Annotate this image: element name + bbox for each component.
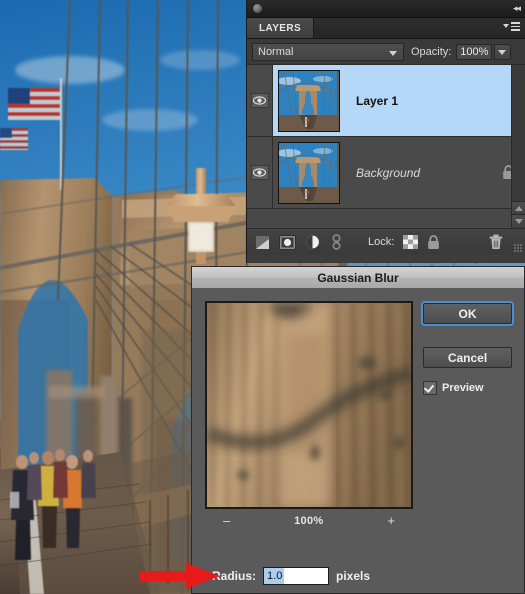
tab-layers-label: LAYERS [259, 22, 302, 34]
layer-thumbnail-brooklyn-bridge [278, 141, 340, 204]
ok-button-label: OK [458, 306, 477, 321]
add-layer-mask-icon[interactable] [279, 234, 296, 250]
dialog-title: Gaussian Blur [317, 270, 399, 285]
panel-dot-icon [253, 4, 262, 13]
chevron-down-icon [389, 50, 397, 56]
lock-all-icon[interactable] [427, 234, 440, 250]
collapse-to-icons-icon[interactable]: ◂◂ [513, 4, 521, 13]
scroll-down-arrow-icon[interactable] [512, 214, 525, 228]
tab-layers[interactable]: LAYERS [247, 18, 315, 38]
opacity-value: 100% [460, 45, 489, 58]
layer-name-1: Layer 1 [356, 93, 399, 108]
radius-label: Radius: [212, 569, 257, 583]
blend-mode-select[interactable]: Normal [252, 42, 404, 61]
preview-checkbox-row[interactable]: Preview [423, 381, 512, 395]
panel-tab-bar: LAYERS [247, 18, 525, 39]
layers-list: Layer 1 Background [247, 65, 525, 228]
layer-thumbnail-brooklyn-bridge [278, 69, 340, 132]
panel-menu-icon[interactable] [503, 22, 520, 31]
lock-label: Lock: [368, 236, 395, 248]
resize-grip-icon[interactable] [514, 244, 523, 253]
panel-dragbar[interactable]: ◂◂ [247, 0, 525, 18]
dialog-body: – 100% + OK Cancel Preview Radius: 1.0 p… [192, 289, 524, 594]
app-root: ◂◂ LAYERS Normal Opacity: 100% Layer 1 B… [0, 0, 525, 594]
panel-menu-triangle-icon [503, 24, 509, 29]
layer-row-1[interactable]: Layer 1 [247, 65, 525, 137]
layer-visibility-toggle-2[interactable] [247, 137, 273, 208]
zoom-out-button[interactable]: – [223, 513, 230, 528]
radius-units-label: pixels [336, 569, 371, 583]
opacity-label: Opacity: [411, 45, 452, 58]
radius-input[interactable]: 1.0 [263, 567, 330, 585]
opacity-input[interactable]: 100% [456, 43, 493, 60]
ok-button[interactable]: OK [423, 303, 512, 324]
layer-name-2: Background [356, 165, 421, 180]
chevron-down-icon [498, 49, 507, 55]
layer-visibility-toggle-1[interactable] [247, 65, 273, 136]
cancel-button-label: Cancel [447, 350, 488, 365]
scroll-up-arrow-icon[interactable] [512, 201, 525, 215]
layers-list-scrollbar[interactable] [511, 65, 525, 228]
layer-style-fx-icon[interactable] [330, 233, 343, 251]
zoom-level-label: 100% [294, 514, 324, 527]
preview-checkbox-label: Preview [442, 382, 484, 394]
blend-mode-value: Normal [258, 45, 294, 58]
layers-panel-footer: Lock: [247, 228, 525, 255]
blend-and-opacity-row: Normal Opacity: 100% [247, 39, 525, 65]
new-adjustment-layer-icon[interactable] [305, 235, 321, 250]
radius-value: 1.0 [264, 568, 285, 584]
layer-thumbnail-cell-1[interactable] [273, 65, 345, 136]
opacity-dropdown-button[interactable] [494, 43, 512, 60]
preview-checkbox[interactable] [423, 381, 437, 395]
eye-icon [250, 93, 269, 108]
preview-zoom-controls: – 100% + [205, 513, 413, 528]
link-layers-icon[interactable] [255, 235, 270, 250]
panel-menu-lines-icon [511, 22, 520, 31]
radius-row: Radius: 1.0 pixels [212, 567, 370, 585]
lock-transparent-pixels-icon[interactable] [403, 235, 419, 249]
dialog-titlebar[interactable]: Gaussian Blur [192, 267, 524, 289]
eye-icon [250, 165, 269, 180]
layer-thumbnail-cell-2[interactable] [273, 137, 345, 208]
gaussian-blur-dialog: Gaussian Blur – 100% + OK Cancel Preview… [191, 266, 525, 594]
blur-preview-thumbnail[interactable] [205, 301, 413, 509]
zoom-in-button[interactable]: + [387, 513, 395, 528]
layers-panel: ◂◂ LAYERS Normal Opacity: 100% Layer 1 B… [246, 0, 525, 263]
layer-row-2[interactable]: Background [247, 137, 525, 209]
delete-layer-trash-icon[interactable] [489, 234, 503, 255]
cancel-button[interactable]: Cancel [423, 347, 512, 368]
